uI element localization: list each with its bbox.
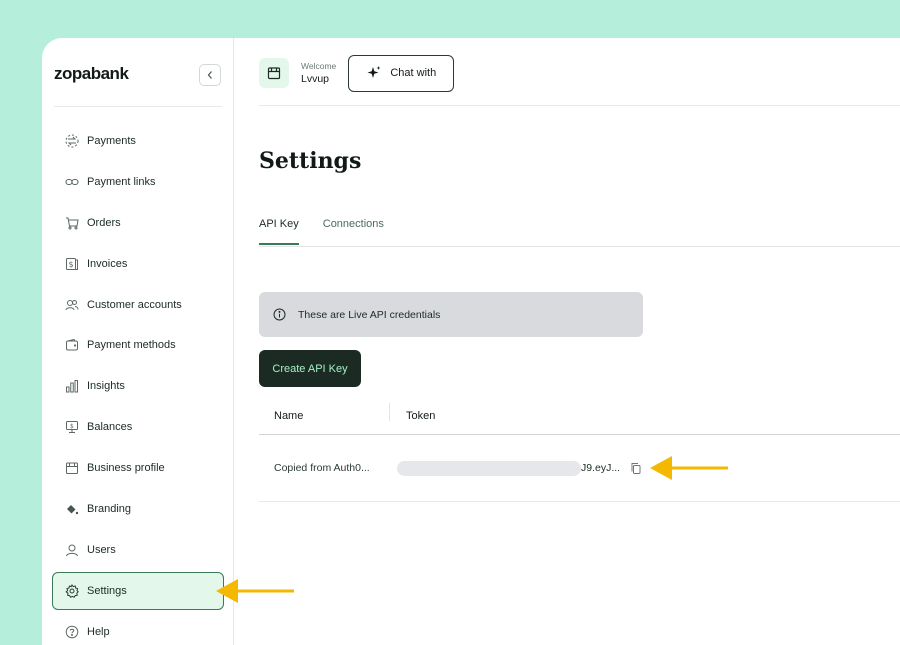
copy-icon[interactable] <box>630 462 642 475</box>
gear-icon <box>64 583 80 599</box>
column-header-name: Name <box>259 403 390 422</box>
svg-text:$: $ <box>69 260 74 269</box>
notice-text: These are Live API credentials <box>298 308 441 321</box>
arrow-pointer-settings <box>216 579 294 603</box>
user-icon <box>64 542 80 558</box>
chevron-left-icon <box>207 71 212 79</box>
tab-connections[interactable]: Connections <box>323 218 384 245</box>
app-window: zopabank Payments Payment links Orders $… <box>42 38 900 645</box>
sidebar-item-insights[interactable]: Insights <box>52 367 224 405</box>
table-header: Name Token <box>259 398 900 435</box>
wallet-icon <box>64 337 80 353</box>
table-row: Copied from Auth0... J9.eyJ... <box>259 435 900 502</box>
header-divider <box>259 105 900 106</box>
sidebar-item-label: Business profile <box>87 462 165 475</box>
sidebar-item-label: Payments <box>87 135 136 147</box>
user-name: Lvvup <box>301 72 330 85</box>
sidebar-item-settings[interactable]: Settings <box>52 571 224 610</box>
main-content: Welcome Lvvup Chat with Settings API Key… <box>235 38 900 645</box>
tab-api-key[interactable]: API Key <box>259 218 299 245</box>
sidebar: zopabank Payments Payment links Orders $… <box>42 38 234 645</box>
sidebar-item-label: Branding <box>87 503 132 516</box>
welcome-label: Welcome <box>301 60 337 71</box>
sidebar-item-business-profile[interactable]: Business profile <box>52 449 224 487</box>
store-icon <box>267 67 281 80</box>
sidebar-item-invoices[interactable]: $ Invoices <box>52 245 224 283</box>
collapse-sidebar-button[interactable] <box>199 64 221 86</box>
arrows-exchange-icon <box>64 133 80 149</box>
column-header-token: Token <box>406 410 436 422</box>
help-icon <box>64 624 80 640</box>
sidebar-item-label: Balances <box>87 421 133 434</box>
sidebar-item-label: Payment methods <box>87 339 176 352</box>
store-avatar <box>259 58 289 88</box>
invoice-icon: $ <box>64 256 80 272</box>
sparkle-icon <box>367 66 381 78</box>
sidebar-divider <box>54 106 222 107</box>
welcome-block: Welcome Lvvup <box>301 61 336 86</box>
sidebar-item-payment-links[interactable]: Payment links <box>52 163 224 201</box>
token-redacted <box>397 460 581 476</box>
api-keys-table: Name Token Copied from Auth0... J9.eyJ..… <box>259 398 900 502</box>
sidebar-item-label: Customer accounts <box>87 298 182 311</box>
brand-logo: zopabank <box>54 64 129 83</box>
chat-button-label: Chat with <box>390 67 437 79</box>
sidebar-item-orders[interactable]: Orders <box>52 204 224 242</box>
sidebar-item-help[interactable]: Help <box>52 613 224 645</box>
page-title: Settings <box>259 148 362 174</box>
info-icon <box>273 308 286 321</box>
sidebar-nav: Payments Payment links Orders $ Invoices… <box>52 122 224 645</box>
token-value: J9.eyJ... <box>581 462 621 474</box>
sidebar-item-branding[interactable]: Branding <box>52 490 224 528</box>
sidebar-item-payment-methods[interactable]: Payment methods <box>52 326 224 364</box>
svg-text:$: $ <box>70 423 74 430</box>
bar-chart-icon <box>64 378 80 394</box>
store-icon <box>64 460 80 476</box>
sidebar-item-label: Insights <box>87 380 125 393</box>
arrow-pointer-token <box>650 456 728 480</box>
sidebar-item-label: Settings <box>87 584 127 597</box>
balance-icon: $ <box>64 419 80 435</box>
settings-tabs: API Key Connections <box>259 218 408 245</box>
paint-bucket-icon <box>64 501 80 517</box>
sidebar-item-customer-accounts[interactable]: Customer accounts <box>52 286 224 324</box>
tabs-underline <box>259 246 900 247</box>
sidebar-item-label: Payment links <box>87 175 156 188</box>
key-name: Copied from Auth0... <box>274 462 370 474</box>
cart-icon <box>64 215 80 231</box>
users-icon <box>64 297 80 313</box>
chat-button[interactable]: Chat with <box>348 54 455 92</box>
sidebar-item-label: Invoices <box>87 257 128 270</box>
link-icon <box>64 174 80 190</box>
sidebar-item-label: Help <box>87 625 110 638</box>
sidebar-item-payments[interactable]: Payments <box>52 122 224 160</box>
sidebar-item-balances[interactable]: $ Balances <box>52 408 224 446</box>
topbar: Welcome Lvvup Chat with <box>259 53 455 93</box>
sidebar-item-label: Orders <box>87 216 121 229</box>
sidebar-item-users[interactable]: Users <box>52 531 224 569</box>
sidebar-item-label: Users <box>87 543 116 556</box>
create-api-key-button[interactable]: Create API Key <box>259 350 361 387</box>
live-credentials-notice: These are Live API credentials <box>259 292 643 337</box>
